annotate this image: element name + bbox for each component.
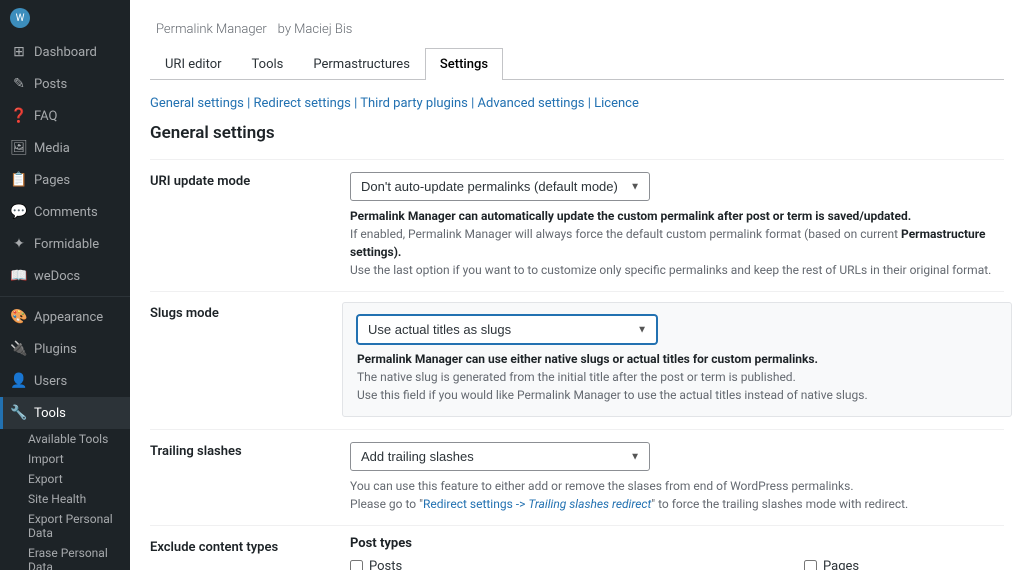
slugs-mode-select-wrap: Use actual titles as slugsUse native slu… bbox=[357, 315, 657, 344]
settings-nav-advanced[interactable]: Advanced settings bbox=[478, 96, 585, 111]
tools-icon: 🔧 bbox=[10, 404, 28, 422]
trailing-slashes-field: Add trailing slashesRemove trailing slas… bbox=[350, 430, 1004, 526]
sidebar-item-label: Formidable bbox=[34, 237, 99, 252]
trailing-slashes-row: Trailing slashes Add trailing slashesRem… bbox=[150, 430, 1004, 526]
main-content: Permalink Manager by Maciej Bis URI edit… bbox=[130, 0, 1024, 570]
uri-update-mode-select-wrap: Don't auto-update permalinks (default mo… bbox=[350, 172, 650, 201]
sidebar-item-appearance[interactable]: 🎨 Appearance bbox=[0, 301, 130, 333]
exclude-content-label: Exclude content types bbox=[150, 526, 350, 570]
tab-tools[interactable]: Tools bbox=[237, 48, 299, 80]
sidebar-divider bbox=[0, 296, 130, 297]
settings-nav-redirect[interactable]: Redirect settings bbox=[254, 96, 351, 111]
slugs-mode-label: Slugs mode bbox=[150, 292, 350, 430]
content-area: General settings | Redirect settings | T… bbox=[130, 80, 1024, 570]
formidable-icon: ✦ bbox=[10, 235, 28, 253]
trailing-slashes-label: Trailing slashes bbox=[150, 430, 350, 526]
exclude-content-field: Post types Posts FAQ bbox=[350, 526, 1004, 570]
sidebar-sub-available-tools[interactable]: Available Tools bbox=[0, 429, 130, 449]
checkbox-pages: Pages bbox=[804, 559, 1004, 570]
posts-icon: ✎ bbox=[10, 75, 28, 93]
slugs-mode-row: Slugs mode Use actual titles as slugsUse… bbox=[150, 292, 1004, 430]
sidebar-item-label: Tools bbox=[34, 406, 66, 421]
sidebar-item-label: FAQ bbox=[34, 109, 57, 124]
sidebar: W ⊞ Dashboard ✎ Posts ❓ FAQ 🖼 Media 📋 Pa… bbox=[0, 0, 130, 570]
sidebar-item-users[interactable]: 👤 Users bbox=[0, 365, 130, 397]
sidebar-item-label: Appearance bbox=[34, 310, 103, 325]
uri-update-mode-desc: Permalink Manager can automatically upda… bbox=[350, 207, 1004, 279]
wp-logo-icon: W bbox=[10, 8, 30, 28]
post-types-title: Post types bbox=[350, 536, 1004, 551]
pages-icon: 📋 bbox=[10, 171, 28, 189]
media-icon: 🖼 bbox=[10, 139, 28, 157]
uri-update-mode-row: URI update mode Don't auto-update permal… bbox=[150, 160, 1004, 292]
sidebar-item-posts[interactable]: ✎ Posts bbox=[0, 68, 130, 100]
sidebar-sub-site-health[interactable]: Site Health bbox=[0, 489, 130, 509]
trailing-slashes-desc: You can use this feature to either add o… bbox=[350, 477, 1004, 513]
sidebar-item-label: Dashboard bbox=[34, 45, 97, 60]
settings-nav-licence[interactable]: Licence bbox=[594, 96, 639, 111]
sidebar-item-label: Plugins bbox=[34, 342, 77, 357]
appearance-icon: 🎨 bbox=[10, 308, 28, 326]
sidebar-logo: W bbox=[0, 0, 130, 36]
trailing-slashes-select[interactable]: Add trailing slashesRemove trailing slas… bbox=[350, 442, 650, 471]
sidebar-item-label: Pages bbox=[34, 173, 70, 188]
tab-permastructures[interactable]: Permastructures bbox=[298, 48, 425, 80]
uri-update-mode-field: Don't auto-update permalinks (default mo… bbox=[350, 160, 1004, 292]
sidebar-item-dashboard[interactable]: ⊞ Dashboard bbox=[0, 36, 130, 68]
plugins-icon: 🔌 bbox=[10, 340, 28, 358]
slugs-mode-select[interactable]: Use actual titles as slugsUse native slu… bbox=[357, 315, 657, 344]
sidebar-item-label: Media bbox=[34, 141, 70, 156]
post-types-section: Post types Posts FAQ bbox=[350, 536, 1004, 570]
settings-nav-third-party[interactable]: Third party plugins bbox=[360, 96, 468, 111]
sidebar-item-label: Posts bbox=[34, 77, 67, 92]
section-title: General settings bbox=[150, 123, 1004, 143]
checkbox-posts-input[interactable] bbox=[350, 560, 363, 570]
dashboard-icon: ⊞ bbox=[10, 43, 28, 61]
checkbox-pages-input[interactable] bbox=[804, 560, 817, 570]
sidebar-item-label: weDocs bbox=[34, 269, 80, 284]
sidebar-item-pages[interactable]: 📋 Pages bbox=[0, 164, 130, 196]
checkbox-pages-label: Pages bbox=[823, 559, 859, 570]
tab-settings[interactable]: Settings bbox=[425, 48, 503, 80]
uri-update-mode-label: URI update mode bbox=[150, 160, 350, 292]
settings-table: URI update mode Don't auto-update permal… bbox=[150, 159, 1004, 570]
sidebar-item-label: Users bbox=[34, 374, 67, 389]
title-text: Permalink Manager bbox=[156, 22, 267, 37]
sidebar-sub-export-personal[interactable]: Export Personal Data bbox=[0, 509, 130, 543]
tab-uri-editor[interactable]: URI editor bbox=[150, 48, 237, 80]
wedocs-icon: 📖 bbox=[10, 267, 28, 285]
page-header: Permalink Manager by Maciej Bis URI edit… bbox=[130, 0, 1024, 80]
comments-icon: 💬 bbox=[10, 203, 28, 221]
sidebar-sub-erase-personal[interactable]: Erase Personal Data bbox=[0, 543, 130, 570]
slugs-mode-desc: Permalink Manager can use either native … bbox=[357, 350, 997, 404]
sidebar-item-formidable[interactable]: ✦ Formidable bbox=[0, 228, 130, 260]
sidebar-item-media[interactable]: 🖼 Media bbox=[0, 132, 130, 164]
trailing-redirect-link[interactable]: Redirect settings -> Trailing slashes re… bbox=[423, 497, 651, 511]
checkbox-posts: Posts bbox=[350, 559, 402, 570]
sidebar-item-tools[interactable]: 🔧 Tools bbox=[0, 397, 130, 429]
trailing-slashes-select-wrap: Add trailing slashesRemove trailing slas… bbox=[350, 442, 650, 471]
sidebar-item-faq[interactable]: ❓ FAQ bbox=[0, 100, 130, 132]
sidebar-sub-export[interactable]: Export bbox=[0, 469, 130, 489]
tabs-bar: URI editor Tools Permastructures Setting… bbox=[150, 48, 1004, 80]
sidebar-item-plugins[interactable]: 🔌 Plugins bbox=[0, 333, 130, 365]
sidebar-item-comments[interactable]: 💬 Comments bbox=[0, 196, 130, 228]
settings-nav: General settings | Redirect settings | T… bbox=[150, 96, 1004, 111]
page-title: Permalink Manager by Maciej Bis bbox=[150, 14, 1004, 38]
users-icon: 👤 bbox=[10, 372, 28, 390]
uri-update-mode-select[interactable]: Don't auto-update permalinks (default mo… bbox=[350, 172, 650, 201]
checkbox-posts-label: Posts bbox=[369, 559, 402, 570]
slugs-mode-field: Use actual titles as slugsUse native slu… bbox=[350, 292, 1004, 430]
faq-icon: ❓ bbox=[10, 107, 28, 125]
sidebar-sub-import[interactable]: Import bbox=[0, 449, 130, 469]
exclude-content-row: Exclude content types Post types Posts bbox=[150, 526, 1004, 570]
sidebar-item-wedocs[interactable]: 📖 weDocs bbox=[0, 260, 130, 292]
settings-nav-general[interactable]: General settings bbox=[150, 96, 244, 111]
sidebar-item-label: Comments bbox=[34, 205, 98, 220]
